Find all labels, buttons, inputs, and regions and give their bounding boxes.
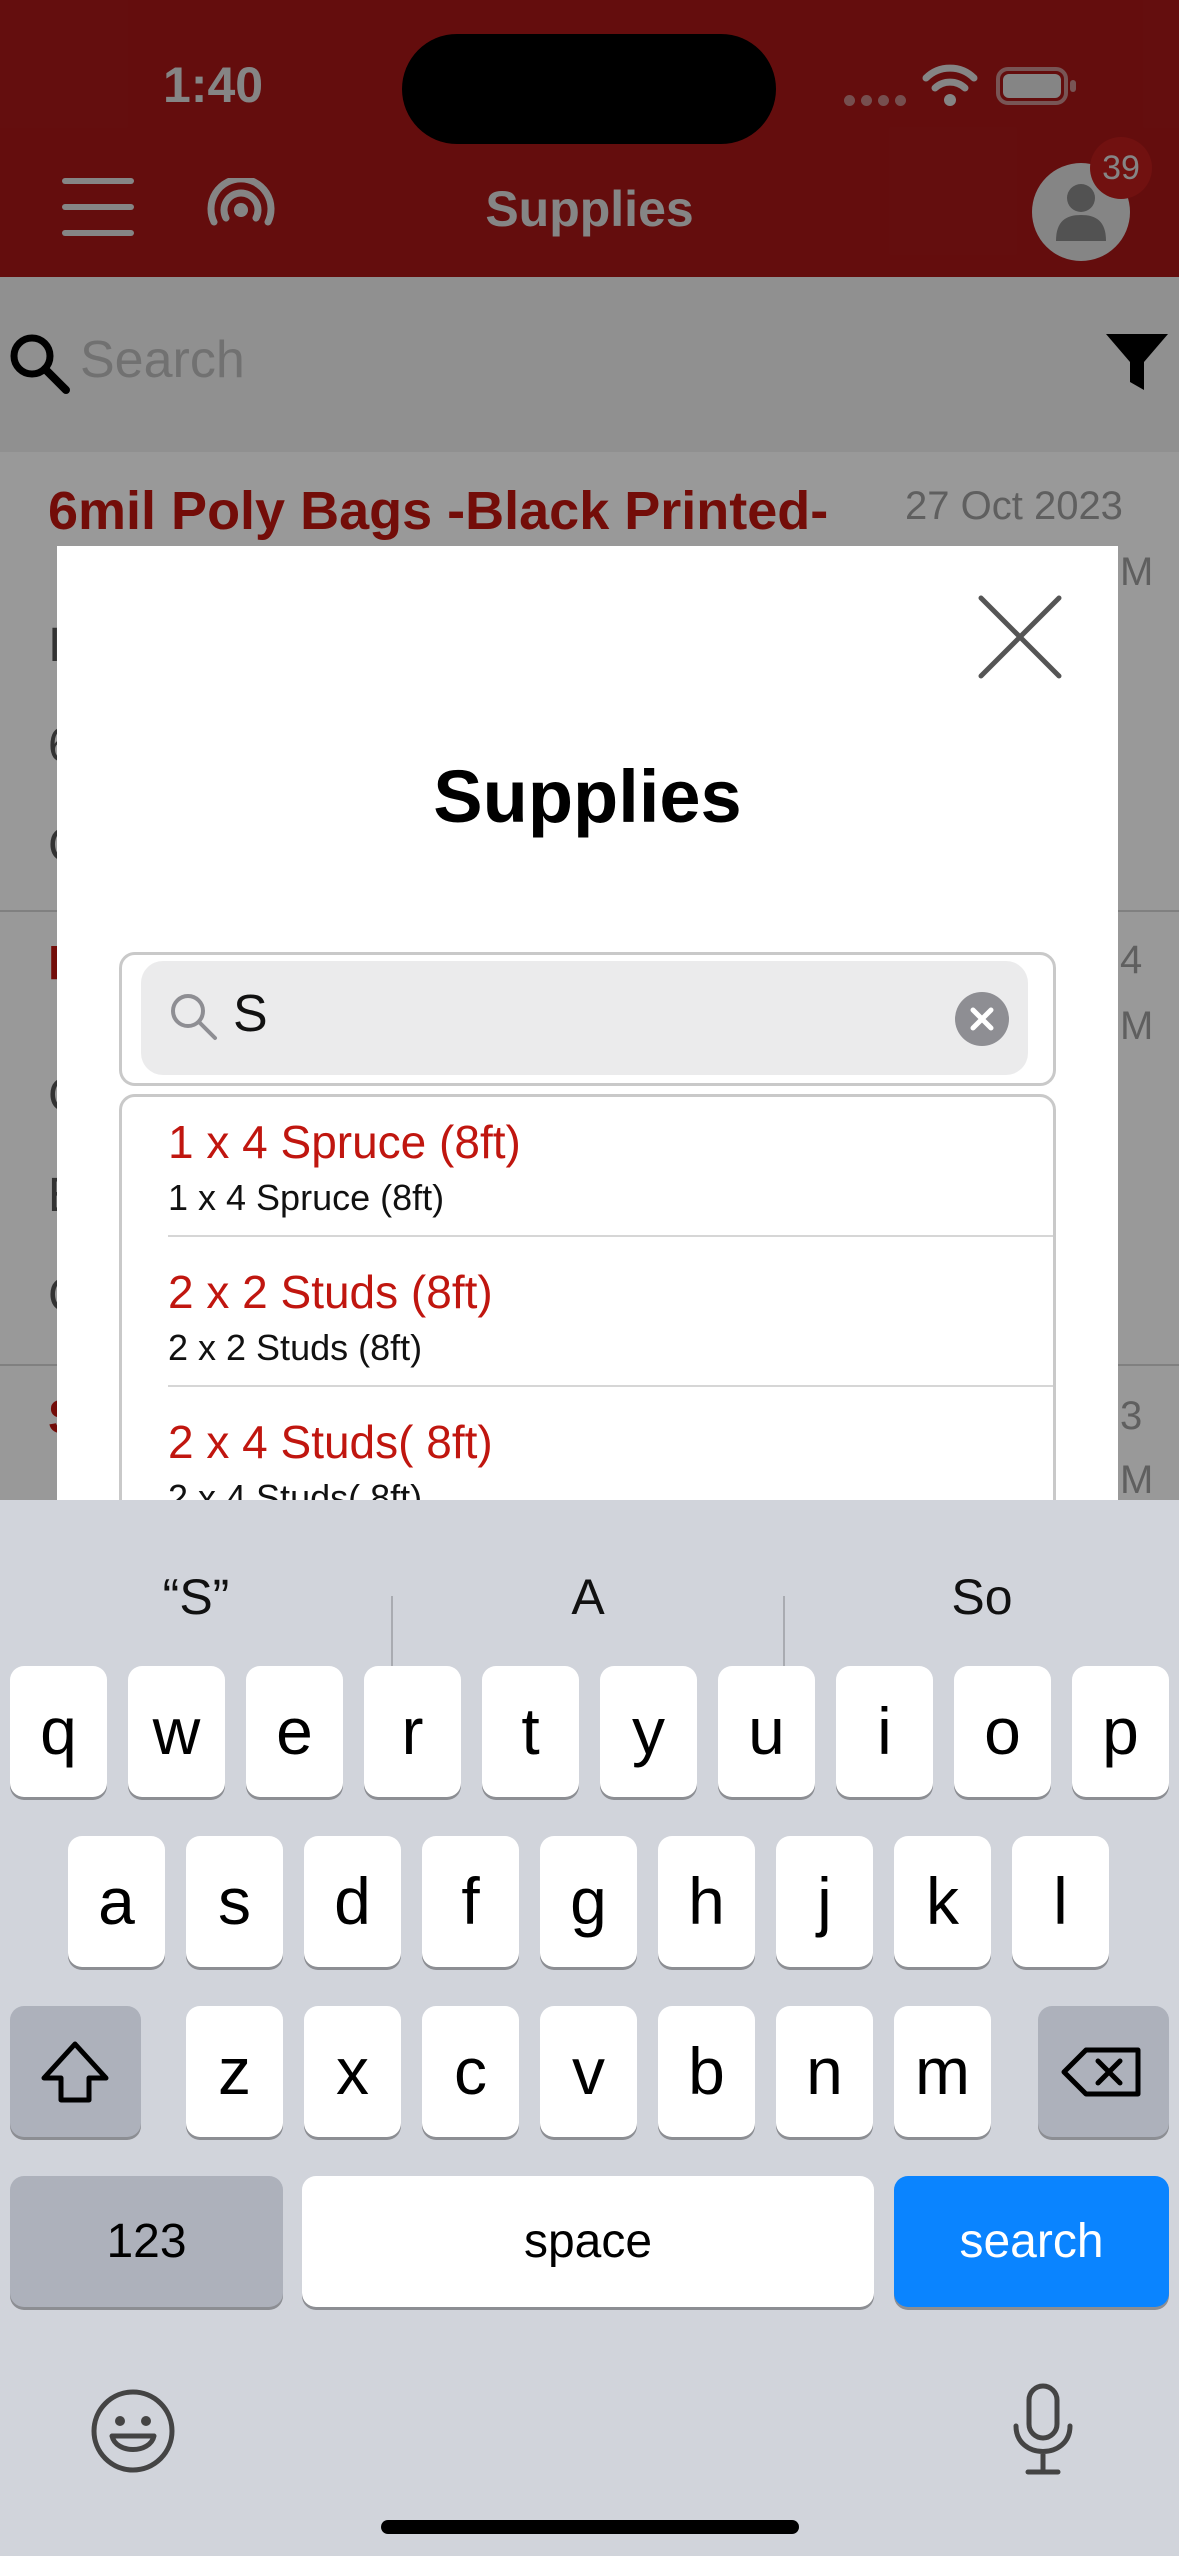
key-p[interactable]: p xyxy=(1072,1666,1169,1797)
key-n[interactable]: n xyxy=(776,2006,873,2137)
key-s[interactable]: s xyxy=(186,1836,283,1967)
key-g[interactable]: g xyxy=(540,1836,637,1967)
key-f[interactable]: f xyxy=(422,1836,519,1967)
key-a[interactable]: a xyxy=(68,1836,165,1967)
key-h[interactable]: h xyxy=(658,1836,755,1967)
key-y[interactable]: y xyxy=(600,1666,697,1797)
result-subtitle: 1 x 4 Spruce (8ft) xyxy=(168,1177,445,1218)
result-divider xyxy=(168,1385,1053,1387)
clear-search-button[interactable] xyxy=(955,992,1009,1046)
list-item[interactable]: 1 x 4 Spruce (8ft) 1 x 4 Spruce (8ft) xyxy=(168,1115,1053,1219)
key-r[interactable]: r xyxy=(364,1666,461,1797)
list-item[interactable]: 2 x 2 Studs (8ft) 2 x 2 Studs (8ft) xyxy=(168,1265,1053,1369)
key-e[interactable]: e xyxy=(246,1666,343,1797)
emoji-icon[interactable] xyxy=(90,2388,176,2474)
suggestion-1[interactable]: “S” xyxy=(0,1552,392,1642)
search-icon xyxy=(171,994,217,1040)
key-i[interactable]: i xyxy=(836,1666,933,1797)
close-icon xyxy=(970,1007,994,1031)
key-v[interactable]: v xyxy=(540,2006,637,2137)
key-l[interactable]: l xyxy=(1012,1836,1109,1967)
suggestion-2[interactable]: A xyxy=(393,1552,783,1642)
key-d[interactable]: d xyxy=(304,1836,401,1967)
result-subtitle: 2 x 2 Studs (8ft) xyxy=(168,1327,423,1368)
key-j[interactable]: j xyxy=(776,1836,873,1967)
key-b[interactable]: b xyxy=(658,2006,755,2137)
result-divider xyxy=(168,1235,1053,1237)
key-w[interactable]: w xyxy=(128,1666,225,1797)
delete-key[interactable] xyxy=(1038,2006,1169,2137)
space-key[interactable]: space xyxy=(302,2176,874,2307)
key-c[interactable]: c xyxy=(422,2006,519,2137)
key-m[interactable]: m xyxy=(894,2006,991,2137)
search-key[interactable]: search xyxy=(894,2176,1169,2307)
key-t[interactable]: t xyxy=(482,1666,579,1797)
key-z[interactable]: z xyxy=(186,2006,283,2137)
key-k[interactable]: k xyxy=(894,1836,991,1967)
modal-search-input[interactable] xyxy=(141,961,1028,1075)
header-dim-overlay xyxy=(0,0,1179,277)
numbers-key[interactable]: 123 xyxy=(10,2176,283,2307)
shift-key[interactable] xyxy=(10,2006,141,2137)
suggestion-3[interactable]: So xyxy=(785,1552,1179,1642)
result-title: 1 x 4 Spruce (8ft) xyxy=(168,1116,521,1168)
result-title: 2 x 4 Studs( 8ft) xyxy=(168,1416,493,1468)
key-x[interactable]: x xyxy=(304,2006,401,2137)
close-icon[interactable] xyxy=(975,592,1065,682)
result-title: 2 x 2 Studs (8ft) xyxy=(168,1266,493,1318)
key-o[interactable]: o xyxy=(954,1666,1051,1797)
backspace-icon xyxy=(1061,2047,1141,2097)
shift-icon xyxy=(41,2041,109,2103)
key-u[interactable]: u xyxy=(718,1666,815,1797)
key-q[interactable]: q xyxy=(10,1666,107,1797)
modal-search-value: S xyxy=(233,985,268,1043)
results-list: 1 x 4 Spruce (8ft) 1 x 4 Spruce (8ft) 2 … xyxy=(119,1094,1056,1514)
microphone-icon[interactable] xyxy=(1010,2382,1076,2476)
home-indicator xyxy=(381,2520,799,2534)
supplies-picker-modal: Supplies S 1 x 4 Spruce (8ft) 1 x 4 Spru… xyxy=(57,546,1118,1514)
modal-title: Supplies xyxy=(433,755,742,838)
